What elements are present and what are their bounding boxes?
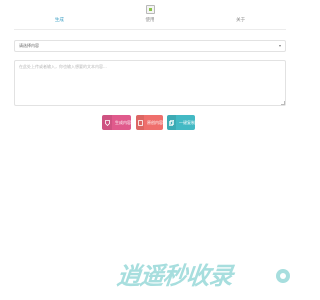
content-select[interactable]: 请选择内容 ▾: [14, 40, 286, 52]
copy-all-label: 一键复制: [179, 119, 195, 125]
tab-divider: [14, 29, 286, 30]
select-value: 请选择内容: [19, 43, 39, 48]
original-content-button[interactable]: 原创内容: [136, 115, 163, 130]
content-textarea[interactable]: [14, 60, 286, 106]
copy-all-button[interactable]: 一键复制: [167, 115, 195, 130]
document-icon: [136, 115, 144, 130]
tag-icon: [102, 115, 112, 130]
chevron-down-icon: ▾: [278, 43, 281, 48]
logo-badge-icon: [276, 269, 290, 283]
generate-content-label: 生成内容: [115, 119, 131, 125]
copy-icon: [167, 115, 176, 130]
generate-content-button[interactable]: 生成内容: [102, 115, 131, 130]
broken-image-icon: [146, 5, 155, 14]
resize-handle-icon[interactable]: [281, 101, 285, 105]
original-content-label: 原创内容: [147, 119, 163, 125]
brand-watermark: 逍遥秒收录: [115, 262, 234, 290]
